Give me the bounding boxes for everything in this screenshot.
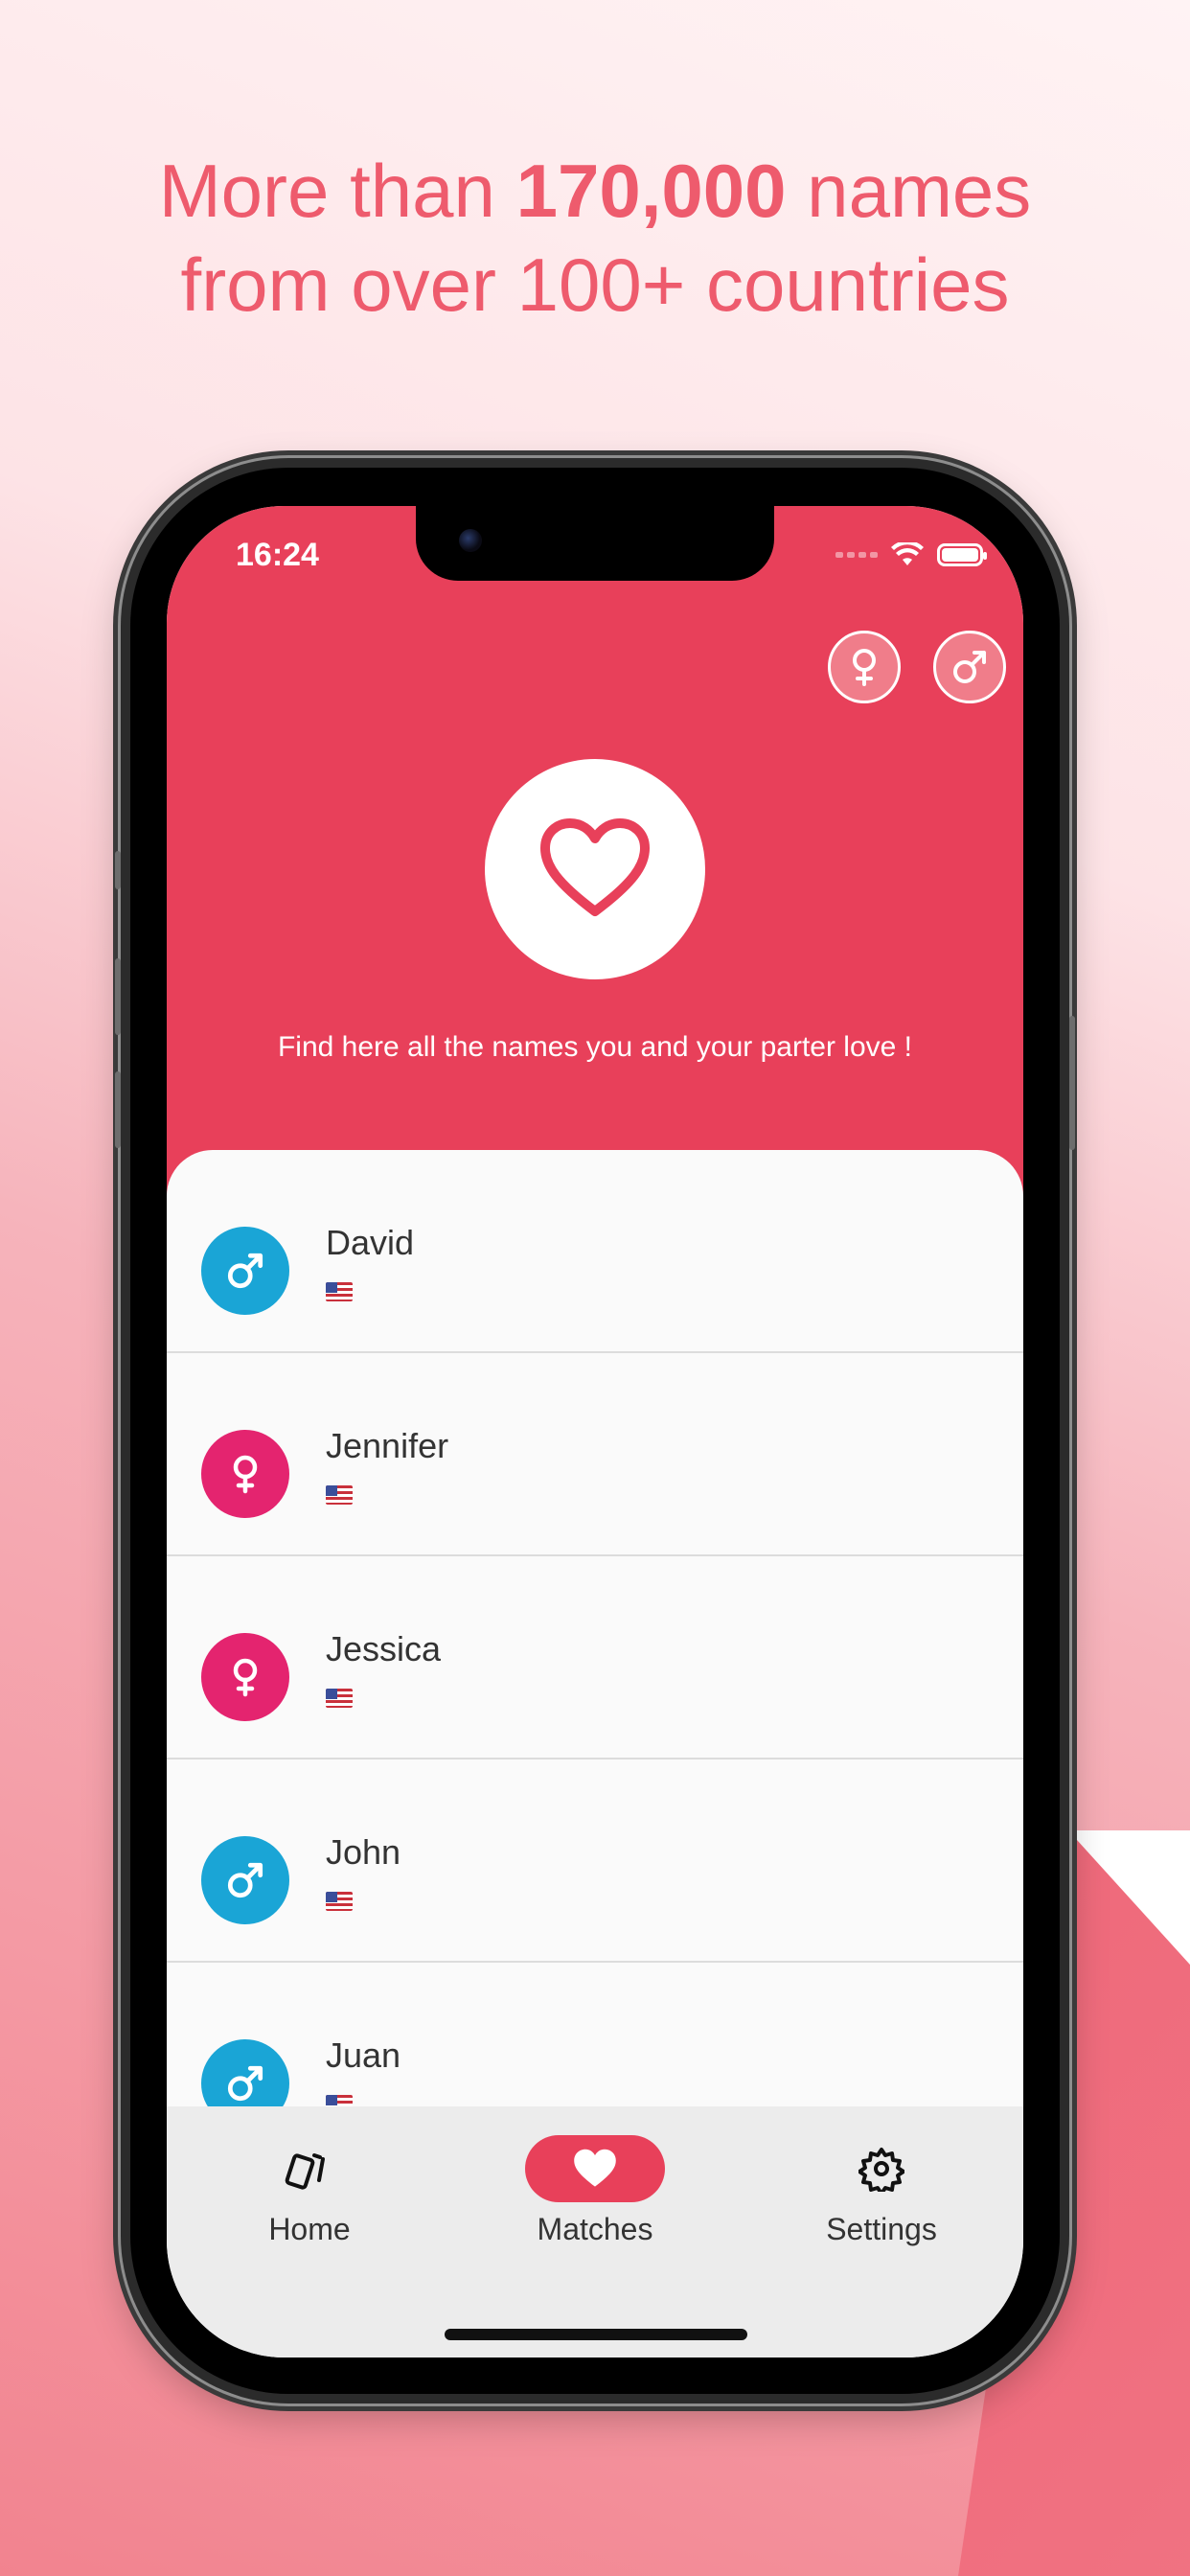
app-screen: 16:24 Find here all the names you and yo… <box>167 506 1023 2358</box>
male-icon <box>953 651 986 683</box>
list-item[interactable]: John <box>167 1760 1023 1963</box>
gender-avatar <box>201 1836 289 1924</box>
mute-switch <box>115 851 121 889</box>
matches-heart-badge <box>485 759 705 979</box>
wifi-icon <box>891 542 924 565</box>
tab-home-icon-wrap <box>240 2135 379 2202</box>
status-time: 16:24 <box>236 537 319 573</box>
tab-matches-label: Matches <box>537 2212 653 2246</box>
male-icon <box>227 1862 263 1898</box>
header-tagline: Find here all the names you and your par… <box>277 1031 913 1063</box>
headline-line-2: from over 100+ countries <box>180 242 1010 327</box>
bottom-tab-bar: Home Matches Settings <box>167 2106 1023 2358</box>
match-name: John <box>326 1832 401 1872</box>
female-icon <box>853 649 876 686</box>
gender-avatar <box>201 1227 289 1315</box>
female-icon <box>233 1658 258 1697</box>
list-item[interactable]: Jennifer <box>167 1353 1023 1556</box>
match-name: Jennifer <box>326 1426 449 1465</box>
heart-icon <box>540 818 650 916</box>
match-name: David <box>326 1223 415 1262</box>
cellular-signal-icon <box>835 552 878 558</box>
male-icon <box>227 2065 263 2102</box>
list-item[interactable]: Jessica <box>167 1556 1023 1760</box>
us-flag-icon <box>326 1282 353 1301</box>
us-flag-icon <box>326 1485 353 1505</box>
matches-list[interactable]: David Jennifer Jessica John Juan <box>167 1150 1023 2223</box>
status-icons <box>835 542 987 567</box>
us-flag-icon <box>326 1892 353 1911</box>
promo-headline: More than 170,000 names from over 100+ c… <box>0 144 1190 332</box>
tab-settings-label: Settings <box>826 2212 937 2246</box>
volume-down-button <box>115 1071 121 1148</box>
cards-icon <box>285 2153 325 2190</box>
tab-settings-icon-wrap <box>812 2135 951 2202</box>
tab-settings[interactable]: Settings <box>786 2135 977 2247</box>
headline-line-1: More than 170,000 names <box>158 149 1032 233</box>
gear-icon <box>858 2148 904 2192</box>
gender-avatar <box>201 1633 289 1721</box>
tab-home-label: Home <box>268 2212 351 2246</box>
female-filter-button[interactable] <box>828 631 901 703</box>
battery-icon <box>937 543 987 566</box>
tab-home[interactable]: Home <box>214 2135 405 2247</box>
heart-icon <box>574 2149 616 2187</box>
male-filter-button[interactable] <box>933 631 1006 703</box>
front-camera <box>459 529 482 552</box>
tab-matches-icon-wrap <box>525 2135 665 2202</box>
match-name: Juan <box>326 2036 401 2075</box>
male-icon <box>227 1253 263 1289</box>
matches-header: 16:24 Find here all the names you and yo… <box>167 506 1023 1196</box>
tab-matches[interactable]: Matches <box>499 2135 691 2247</box>
home-indicator[interactable] <box>445 2329 747 2340</box>
us-flag-icon <box>326 1689 353 1708</box>
match-name: Jessica <box>326 1629 442 1668</box>
power-button <box>1069 1016 1075 1150</box>
volume-up-button <box>115 958 121 1035</box>
names-count: 170,000 <box>515 149 787 233</box>
list-item[interactable]: David <box>167 1150 1023 1353</box>
female-icon <box>233 1455 258 1494</box>
gender-avatar <box>201 1430 289 1518</box>
